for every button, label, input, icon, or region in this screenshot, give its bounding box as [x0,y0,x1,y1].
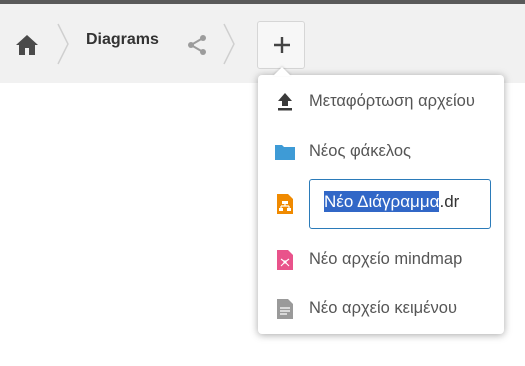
filename-selected-text: Νέο Διάγραμμα [324,191,440,212]
share-icon[interactable] [186,34,208,56]
breadcrumb-bar: Diagrams [0,4,525,83]
plus-icon [274,37,290,53]
menu-item-upload[interactable]: Μεταφόρτωση αρχείου [258,78,504,126]
text-file-icon [277,299,293,319]
menu-pointer-arrow [273,67,291,76]
filename-extension: .dr [439,192,460,211]
mindmap-file-icon [277,250,293,270]
breadcrumb-separator [223,23,235,65]
menu-item-label: Νέο αρχείο mindmap [309,250,463,268]
menu-item-new-mindmap[interactable]: Νέο αρχείο mindmap [258,236,504,284]
menu-item-new-text-file[interactable]: Νέο αρχείο κειμένου [258,285,504,333]
menu-item-label: Νέο αρχείο κειμένου [309,299,457,317]
menu-item-label: Μεταφόρτωση αρχείου [309,92,475,110]
upload-icon [278,93,292,111]
menu-item-label: Νέος φάκελος [309,142,411,160]
diagram-file-icon [277,194,293,214]
folder-icon [275,145,295,160]
menu-item-new-folder[interactable]: Νέος φάκελος [258,128,504,176]
breadcrumb-separator [57,23,69,65]
home-icon[interactable] [15,34,39,56]
new-file-menu: Μεταφόρτωση αρχείου Νέος φάκελος Νέο Διά… [258,75,504,334]
filename-input[interactable]: Νέο Διάγραμμα.dr [309,179,491,229]
breadcrumb-current[interactable]: Diagrams [86,31,159,49]
new-button[interactable] [257,21,305,69]
